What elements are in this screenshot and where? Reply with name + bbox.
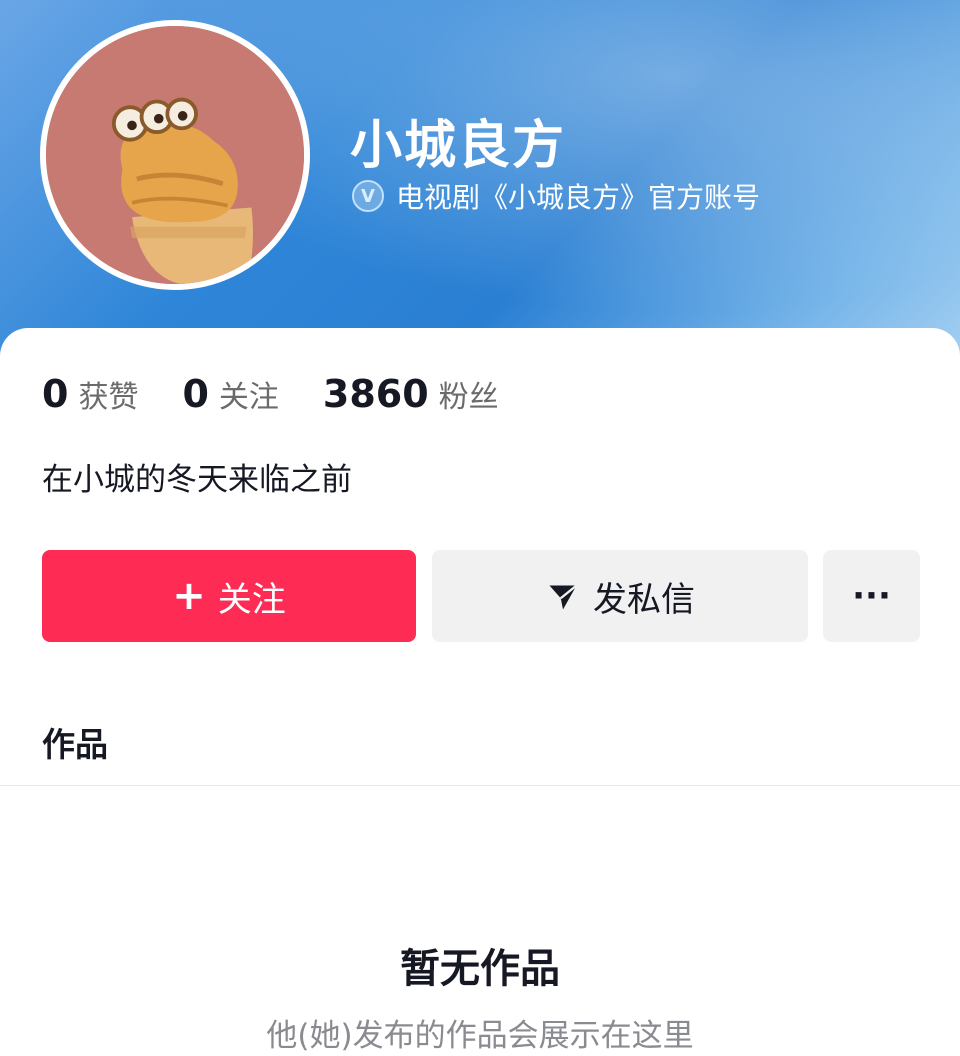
plus-icon: + <box>172 573 206 619</box>
send-icon <box>549 584 578 610</box>
message-button-label: 发私信 <box>593 579 695 620</box>
empty-state-subtitle: 他(她)发布的作品会展示在这里 <box>266 1018 694 1054</box>
stat-value: 0 <box>182 372 209 416</box>
stat-value: 3860 <box>322 372 429 416</box>
verification-label: 电视剧《小城良方》官方账号 <box>396 181 761 214</box>
empty-state-title: 暂无作品 <box>400 946 560 992</box>
more-dots-icon: ··· <box>852 576 891 616</box>
stats-row: 0 获赞 0 关注 3860 粉丝 <box>42 372 543 416</box>
divider <box>0 785 960 786</box>
stat-value: 0 <box>42 372 69 416</box>
stat-label: 关注 <box>218 380 279 415</box>
verification-row: V 电视剧《小城良方》官方账号 <box>352 178 760 214</box>
stat-following[interactable]: 0 关注 <box>182 372 278 416</box>
message-button[interactable]: 发私信 <box>432 550 808 642</box>
follow-button-label: 关注 <box>217 579 286 620</box>
stat-followers[interactable]: 3860 粉丝 <box>323 372 499 416</box>
stat-likes[interactable]: 0 获赞 <box>42 372 138 416</box>
avatar[interactable] <box>40 20 310 290</box>
profile-bio: 在小城的冬天来临之前 <box>42 462 352 498</box>
more-options-button[interactable]: ··· <box>823 550 920 642</box>
profile-name: 小城良方 <box>350 116 567 176</box>
stat-label: 获赞 <box>78 380 139 415</box>
profile-card: 0 获赞 0 关注 3860 粉丝 在小城的冬天来临之前 + 关注 发私信 ··… <box>0 328 960 1056</box>
avatar-illustration <box>46 26 304 284</box>
verified-badge-icon: V <box>352 180 384 212</box>
follow-button[interactable]: + 关注 <box>42 550 416 642</box>
tab-works[interactable]: 作品 <box>42 718 108 766</box>
stat-label: 粉丝 <box>438 380 499 415</box>
